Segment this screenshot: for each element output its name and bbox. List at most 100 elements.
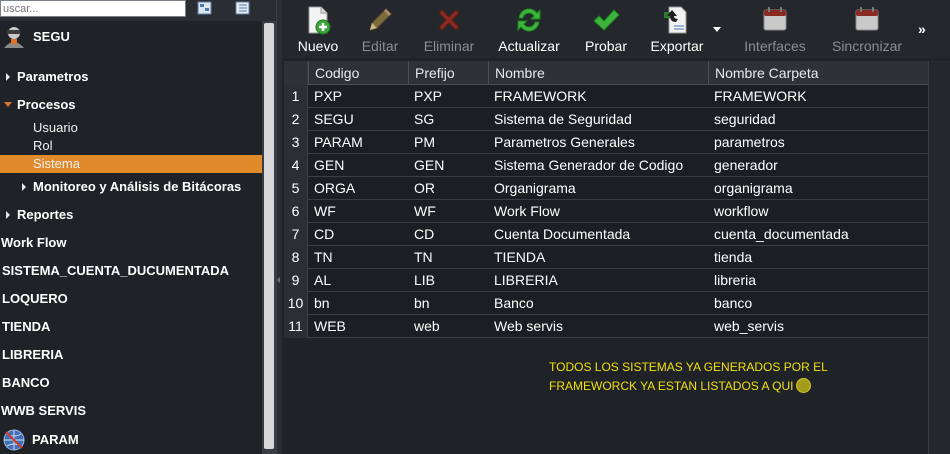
tree-item-param[interactable]: PARAM (0, 428, 262, 452)
cell-nombre: LIBRERIA (494, 272, 558, 288)
table-row[interactable]: 2 SEGU SG Sistema de Seguridad seguridad (284, 108, 928, 131)
cell-codigo: PXP (314, 88, 343, 104)
table-row[interactable]: 5 ORGA OR Organigrama organigrama (284, 177, 928, 200)
expand-tree-icon[interactable] (197, 1, 213, 15)
cell-codigo: AL (314, 272, 332, 288)
interfaces-button[interactable]: Interfaces (740, 0, 810, 58)
tree-item-parametros[interactable]: Parametros (0, 68, 262, 86)
grid-scrollbar[interactable] (928, 61, 950, 454)
column-header-nombre[interactable]: Nombre (488, 61, 708, 85)
cell-nombre-carpeta: web_servis (714, 318, 785, 334)
tree-item-sistema[interactable]: Sistema (0, 155, 262, 173)
checkmark-icon (593, 9, 620, 31)
tree-item-procesos[interactable]: Procesos (0, 96, 262, 114)
cell-nombre-carpeta: tienda (714, 249, 753, 265)
eliminar-button[interactable]: Eliminar (418, 0, 480, 58)
cell-prefijo: GEN (414, 157, 445, 173)
tree-item-label: Work Flow (1, 235, 67, 250)
table-row[interactable]: 10 bn bn Banco banco (284, 292, 928, 315)
cell-nombre-carpeta: seguridad (714, 111, 776, 127)
collapse-arrow-icon[interactable] (4, 102, 12, 107)
tree-item-reportes[interactable]: Reportes (0, 206, 262, 224)
sincronizar-label: Sincronizar (831, 38, 903, 54)
cell-codigo: PARAM (314, 134, 363, 150)
collapse-tree-icon[interactable] (235, 1, 251, 15)
tree-item-monitoreo[interactable]: Monitoreo y Análisis de Bitácoras (0, 178, 262, 196)
note-line-2: FRAMEWORCK YA ESTAN LISTADOS A QUI (549, 377, 879, 396)
search-input[interactable] (0, 0, 186, 17)
tree-item-label: WWB SERVIS (1, 403, 86, 418)
table-row[interactable]: 6 WF WF Work Flow workflow (284, 200, 928, 223)
export-dropdown-arrow-icon[interactable] (713, 27, 721, 32)
table-row[interactable]: 9 AL LIB LIBRERIA libreria (284, 269, 928, 292)
cell-nombre-carpeta: organigrama (714, 180, 793, 196)
cell-nombre: Web servis (494, 318, 563, 334)
column-header-prefijo[interactable]: Prefijo (408, 61, 488, 85)
tree-item-sistema-cuenta-documentada[interactable]: SISTEMA_CUENTA_DUCUMENTADA (0, 262, 262, 280)
interfaces-window-icon (763, 7, 787, 31)
expand-arrow-icon[interactable] (22, 183, 26, 191)
editar-label: Editar (361, 38, 399, 54)
tree-item-work-flow[interactable]: Work Flow (0, 234, 262, 252)
toolbar-overflow-button[interactable]: » (918, 21, 926, 37)
cell-prefijo: PM (414, 134, 435, 150)
editar-button[interactable]: Editar (358, 0, 402, 58)
table-row[interactable]: 7 CD CD Cuenta Documentada cuenta_documentad… (284, 223, 928, 246)
row-number: 5 (284, 177, 308, 200)
tree-item-usuario[interactable]: Usuario (0, 119, 262, 137)
cell-prefijo: bn (414, 295, 430, 311)
collapse-panel-icon[interactable] (277, 277, 280, 283)
column-header-nombre-carpeta[interactable]: Nombre Carpeta (708, 61, 928, 85)
cell-nombre: Sistema Generador de Codigo (494, 157, 684, 173)
expand-arrow-icon[interactable] (6, 211, 10, 219)
cell-prefijo: web (414, 318, 440, 334)
sidebar-scroll-thumb[interactable] (264, 23, 274, 449)
cell-nombre: Parametros Generales (494, 134, 635, 150)
table-row[interactable]: 1 PXP PXP FRAMEWORK FRAMEWORK (284, 85, 928, 108)
tree-item-label: Monitoreo y Análisis de Bitácoras (33, 179, 242, 194)
tree-item-wwb-servis[interactable]: WWB SERVIS (0, 402, 262, 420)
column-header-codigo[interactable]: Codigo (308, 61, 408, 85)
tree-item-loquero[interactable]: LOQUERO (0, 290, 262, 308)
probar-button[interactable]: Probar (578, 0, 634, 58)
main-panel: Nuevo Editar Eliminar Actualizar Probar … (282, 0, 950, 454)
table-row[interactable]: 4 GEN GEN Sistema Generador de Codigo genera… (284, 154, 928, 177)
cell-nombre-carpeta: workflow (714, 203, 769, 219)
table-row[interactable]: 8 TN TN TIENDA tienda (284, 246, 928, 269)
table-row[interactable]: 11 WEB web Web servis web_servis (284, 315, 928, 338)
tree-item-libreria[interactable]: LIBRERIA (0, 346, 262, 364)
tree-item-label: Reportes (17, 207, 74, 222)
cell-nombre-carpeta: banco (714, 295, 753, 311)
cell-nombre-carpeta: libreria (714, 272, 757, 288)
sincronizar-button[interactable]: Sincronizar (827, 0, 907, 58)
note-line-1: TODOS LOS SISTEMAS YA GENERADOS POR EL (549, 360, 828, 374)
actualizar-button[interactable]: Actualizar (494, 0, 564, 58)
tree-item-banco[interactable]: BANCO (0, 374, 262, 392)
cell-prefijo: PXP (414, 88, 443, 104)
table-row[interactable]: 3 PARAM PM Parametros Generales parametros (284, 131, 928, 154)
expand-arrow-icon[interactable] (6, 73, 10, 81)
tree-item-tienda[interactable]: TIENDA (0, 318, 262, 336)
cell-nombre: TIENDA (494, 249, 546, 265)
cell-prefijo: OR (414, 180, 435, 196)
tree-root-label: SEGU (33, 29, 70, 44)
cell-codigo: WEB (314, 318, 346, 334)
exportar-button[interactable]: Exportar (646, 0, 708, 58)
system-tree: SEGU Parametros Procesos Usuario Rol Sis… (0, 21, 262, 454)
cell-nombre: FRAMEWORK (494, 88, 587, 104)
cell-nombre: Organigrama (494, 180, 576, 196)
tree-item-rol[interactable]: Rol (0, 137, 262, 155)
tree-item-label: LOQUERO (2, 291, 68, 306)
tree-item-label: TIENDA (2, 319, 51, 334)
cell-prefijo: SG (414, 111, 435, 127)
cell-prefijo: WF (414, 203, 436, 219)
eliminar-label: Eliminar (423, 38, 475, 54)
grid-header: Codigo Prefijo Nombre Nombre Carpeta (284, 61, 928, 85)
tree-root-segu[interactable]: SEGU (0, 26, 262, 48)
nuevo-button[interactable]: Nuevo (292, 0, 344, 58)
cell-codigo: ORGA (314, 180, 356, 196)
cell-nombre-carpeta: cuenta_documentada (714, 226, 849, 242)
nuevo-label: Nuevo (297, 38, 339, 54)
row-number: 6 (284, 200, 308, 223)
delete-x-icon (438, 9, 460, 31)
